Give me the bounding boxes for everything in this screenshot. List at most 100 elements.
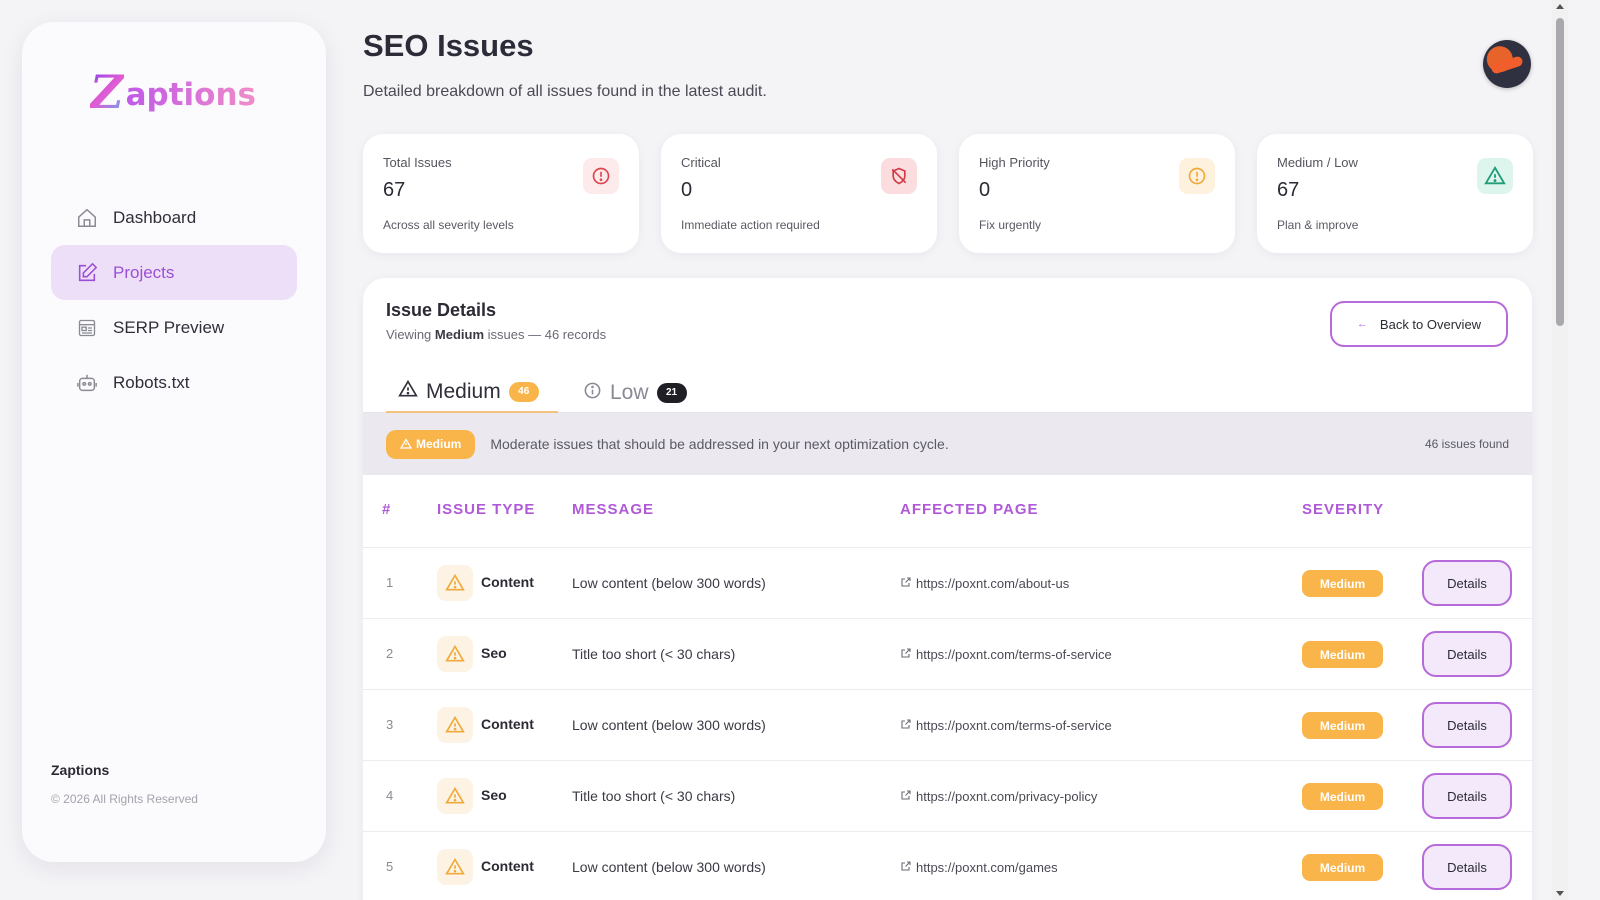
page-subtitle: Detailed breakdown of all issues found i… bbox=[363, 83, 767, 100]
avatar[interactable] bbox=[1483, 40, 1531, 88]
stat-label: High Priority bbox=[979, 155, 1050, 170]
issue-type: Content bbox=[481, 574, 534, 590]
stat-value: 0 bbox=[681, 179, 693, 201]
tab-label: Low bbox=[610, 380, 649, 404]
row-number: 3 bbox=[386, 717, 394, 732]
robot-icon bbox=[75, 371, 99, 395]
row-number: 5 bbox=[386, 859, 394, 874]
stat-card-total: Total Issues 67 Across all severity leve… bbox=[363, 134, 639, 253]
issue-message: Low content (below 300 words) bbox=[572, 859, 766, 875]
details-button[interactable]: Details bbox=[1422, 702, 1512, 748]
details-button[interactable]: Details bbox=[1422, 631, 1512, 677]
sidebar-footer: Zaptions © 2026 All Rights Reserved bbox=[51, 762, 198, 806]
warning-triangle-icon bbox=[398, 379, 418, 404]
tab-label: Medium bbox=[426, 379, 501, 403]
page-url: https://poxnt.com/about-us bbox=[916, 576, 1070, 591]
sidebar-item-projects[interactable]: Projects bbox=[51, 245, 297, 300]
sidebar: Z aptions Dashboard Projects SERP Previe… bbox=[22, 22, 326, 862]
stat-value: 0 bbox=[979, 179, 991, 201]
scroll-up-arrow[interactable] bbox=[1556, 4, 1564, 9]
severity-pill: Medium bbox=[386, 429, 476, 459]
column-header-number: # bbox=[382, 501, 392, 518]
warning-triangle-icon bbox=[400, 438, 412, 449]
footer-copyright: © 2026 All Rights Reserved bbox=[51, 792, 198, 806]
home-icon bbox=[75, 206, 99, 230]
sidebar-item-serp-preview[interactable]: SERP Preview bbox=[51, 300, 297, 355]
stat-value: 67 bbox=[1277, 179, 1300, 201]
table-row[interactable]: 5 Content Low content (below 300 words) … bbox=[363, 832, 1532, 900]
table-row[interactable]: 2 Seo Title too short (< 30 chars) https… bbox=[363, 619, 1532, 690]
back-to-overview-button[interactable]: ← Back to Overview bbox=[1330, 301, 1508, 347]
scroll-down-arrow[interactable] bbox=[1556, 891, 1564, 896]
logo-text: aptions bbox=[125, 77, 256, 113]
warning-triangle-icon bbox=[437, 565, 473, 601]
table-row[interactable]: 1 Content Low content (below 300 words) … bbox=[363, 548, 1532, 619]
stat-label: Medium / Low bbox=[1277, 155, 1358, 170]
warning-triangle-icon bbox=[437, 778, 473, 814]
tab-medium[interactable]: Medium 46 bbox=[386, 372, 558, 413]
issues-count: 46 issues found bbox=[1424, 437, 1509, 451]
affected-page-link[interactable]: https://poxnt.com/terms-of-service bbox=[900, 718, 1112, 733]
scrollbar-thumb[interactable] bbox=[1556, 18, 1564, 326]
stat-card-critical: Critical 0 Immediate action required bbox=[661, 134, 937, 253]
subtitle-severity: Medium bbox=[434, 327, 485, 342]
external-link-icon bbox=[900, 576, 912, 591]
issue-type: Seo bbox=[481, 645, 507, 661]
issue-message: Low content (below 300 words) bbox=[572, 575, 766, 591]
table-row[interactable]: 4 Seo Title too short (< 30 chars) https… bbox=[363, 761, 1532, 832]
page-url: https://poxnt.com/privacy-policy bbox=[916, 789, 1098, 804]
severity-badge: Medium bbox=[1302, 783, 1383, 810]
tab-count-badge: 46 bbox=[508, 381, 539, 402]
issue-details-panel: Issue Details Viewing Medium issues — 46… bbox=[363, 278, 1532, 900]
page-url: https://poxnt.com/games bbox=[916, 860, 1058, 875]
subtitle-suffix: issues — 46 records bbox=[484, 327, 607, 342]
panel-subtitle: Viewing Medium issues — 46 records bbox=[386, 327, 606, 342]
tab-low[interactable]: Low 21 bbox=[583, 372, 687, 413]
issue-type: Content bbox=[481, 716, 534, 732]
affected-page-link[interactable]: https://poxnt.com/terms-of-service bbox=[900, 647, 1112, 662]
row-number: 2 bbox=[386, 646, 394, 661]
row-number: 4 bbox=[386, 788, 394, 803]
external-link-icon bbox=[900, 860, 912, 875]
sidebar-item-label: Dashboard bbox=[113, 207, 197, 227]
severity-badge: Medium bbox=[1302, 641, 1383, 668]
shield-off-icon bbox=[881, 158, 917, 194]
column-header-affected-page: AFFECTED PAGE bbox=[900, 501, 1039, 518]
affected-page-link[interactable]: https://poxnt.com/about-us bbox=[900, 576, 1069, 591]
sidebar-nav: Dashboard Projects SERP Preview Robots.t… bbox=[51, 190, 297, 410]
alert-circle-icon bbox=[583, 158, 619, 194]
severity-description: Moderate issues that should be addressed… bbox=[490, 436, 949, 452]
external-link-icon bbox=[900, 718, 912, 733]
logo-mark: Z bbox=[90, 65, 124, 119]
severity-badge: Medium bbox=[1302, 712, 1383, 739]
edit-icon bbox=[75, 261, 99, 285]
issue-message: Title too short (< 30 chars) bbox=[572, 788, 736, 804]
column-header-severity: SEVERITY bbox=[1302, 501, 1385, 518]
stat-desc: Plan & improve bbox=[1277, 218, 1359, 232]
warning-triangle-icon bbox=[1477, 158, 1513, 194]
details-button[interactable]: Details bbox=[1422, 560, 1512, 606]
sidebar-item-robots[interactable]: Robots.txt bbox=[51, 355, 297, 410]
details-button[interactable]: Details bbox=[1422, 844, 1512, 890]
warning-triangle-icon bbox=[437, 707, 473, 743]
table-row[interactable]: 3 Content Low content (below 300 words) … bbox=[363, 690, 1532, 761]
affected-page-link[interactable]: https://poxnt.com/games bbox=[900, 860, 1058, 875]
page-title: SEO Issues bbox=[363, 28, 534, 63]
panel-title: Issue Details bbox=[386, 300, 497, 320]
app-logo[interactable]: Z aptions bbox=[90, 62, 260, 122]
stat-desc: Across all severity levels bbox=[383, 218, 514, 232]
issue-type: Content bbox=[481, 858, 534, 874]
issue-message: Low content (below 300 words) bbox=[572, 717, 766, 733]
alert-circle-icon bbox=[1179, 158, 1215, 194]
affected-page-link[interactable]: https://poxnt.com/privacy-policy bbox=[900, 789, 1097, 804]
back-button-label: Back to Overview bbox=[1379, 316, 1482, 332]
page-url: https://poxnt.com/terms-of-service bbox=[916, 718, 1112, 733]
details-button[interactable]: Details bbox=[1422, 773, 1512, 819]
sidebar-item-dashboard[interactable]: Dashboard bbox=[51, 190, 297, 245]
sidebar-item-label: SERP Preview bbox=[113, 317, 225, 337]
tab-count-badge: 21 bbox=[656, 382, 687, 403]
warning-triangle-icon bbox=[437, 636, 473, 672]
arrow-left-icon: ← bbox=[1356, 318, 1368, 330]
page-scrollbar[interactable] bbox=[1552, 0, 1568, 900]
severity-tabs: Medium 46 Low 21 bbox=[363, 362, 1532, 413]
